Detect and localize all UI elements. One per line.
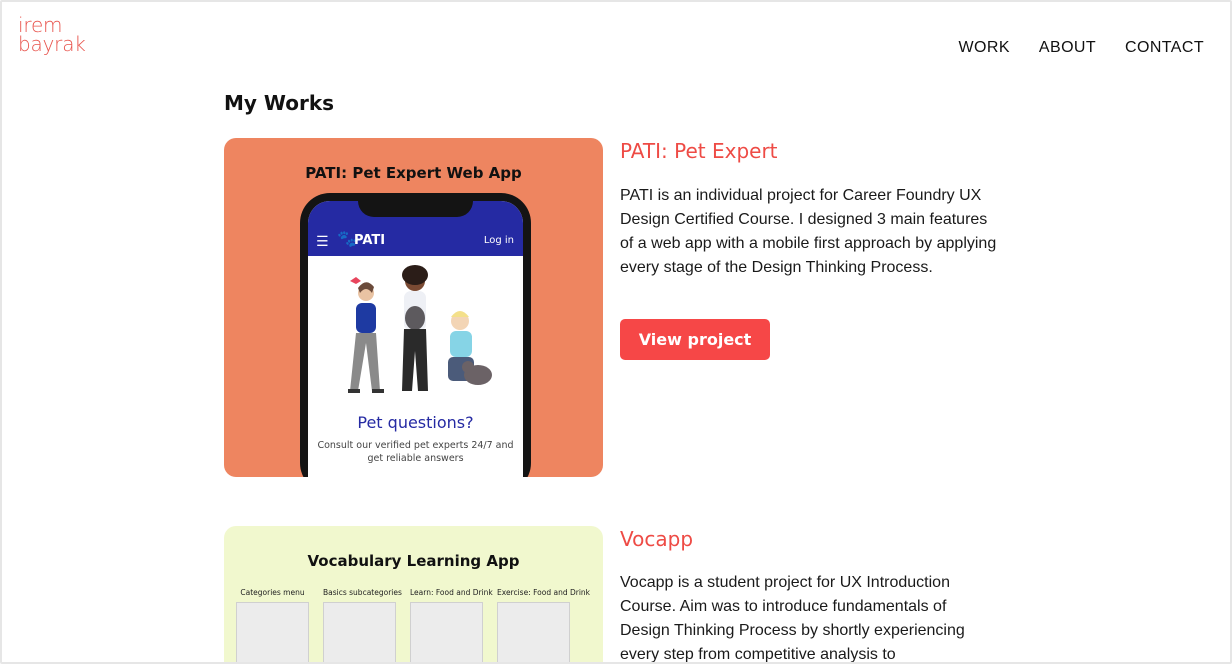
pet-questions-subtext: Consult our verified pet experts 24/7 an… — [317, 440, 514, 464]
wireframe-column: Categories menu — [236, 588, 309, 662]
nav-contact[interactable]: CONTACT — [1125, 39, 1204, 57]
vocapp-image-heading: Vocabulary Learning App — [307, 552, 520, 570]
wireframe-column-label: Learn: Food and Drink — [410, 588, 493, 597]
nav-about[interactable]: ABOUT — [1039, 39, 1096, 57]
vocapp-project-image[interactable]: Vocabulary Learning App Categories menu … — [224, 526, 603, 662]
wireframe-column: Exercise: Food and Drink — [497, 588, 591, 662]
wireframe-sketch — [410, 602, 483, 662]
main-nav: WORK ABOUT CONTACT — [959, 39, 1204, 57]
woman-with-cat-figure — [402, 265, 428, 391]
wireframe-sketch — [236, 602, 309, 662]
logo-line-2: bayrak — [18, 32, 86, 56]
wireframe-column-label: Categories menu — [240, 588, 305, 597]
pet-questions-headline: Pet questions? — [357, 413, 474, 432]
view-project-button[interactable]: View project — [620, 319, 770, 360]
pati-image-heading: PATI: Pet Expert Web App — [305, 164, 522, 182]
wireframe-columns: Categories menu Basics subcategories Lea… — [236, 588, 591, 662]
page-frame: irem bayrak WORK ABOUT CONTACT My Works … — [0, 0, 1232, 664]
phone-screen: ☰ 🐾 PATI Log in Pet questions? Consult o… — [308, 201, 523, 477]
site-logo[interactable]: irem bayrak — [18, 15, 86, 56]
page-title: My Works — [224, 91, 335, 115]
vocapp-project-description: Vocapp is a student project for UX Intro… — [620, 574, 965, 663]
vocapp-project-title[interactable]: Vocapp — [620, 527, 693, 551]
woman-with-bird-figure — [348, 277, 384, 393]
app-brand: PATI — [354, 233, 386, 248]
wireframe-column: Basics subcategories — [323, 588, 402, 662]
wireframe-column-label: Exercise: Food and Drink — [497, 588, 591, 597]
hamburger-icon: ☰ — [316, 234, 329, 250]
pati-project-description: PATI is an individual project for Career… — [620, 187, 997, 276]
wireframe-sketch — [497, 602, 570, 662]
phone-notch — [358, 193, 473, 217]
wireframe-column-label: Basics subcategories — [323, 588, 402, 597]
pati-project-image[interactable]: PATI: Pet Expert Web App ☰ 🐾 PATI Log in — [224, 138, 603, 477]
nav-work[interactable]: WORK — [959, 39, 1010, 57]
phone-mockup: ☰ 🐾 PATI Log in Pet questions? Consult o… — [300, 193, 531, 477]
people-with-pets-illustration — [348, 265, 492, 393]
boy-with-dog-figure — [448, 311, 492, 385]
wireframe-column: Learn: Food and Drink — [410, 588, 493, 662]
pati-project-title[interactable]: PATI: Pet Expert — [620, 139, 778, 163]
wireframe-sketch — [323, 602, 396, 662]
login-link: Log in — [483, 235, 514, 246]
